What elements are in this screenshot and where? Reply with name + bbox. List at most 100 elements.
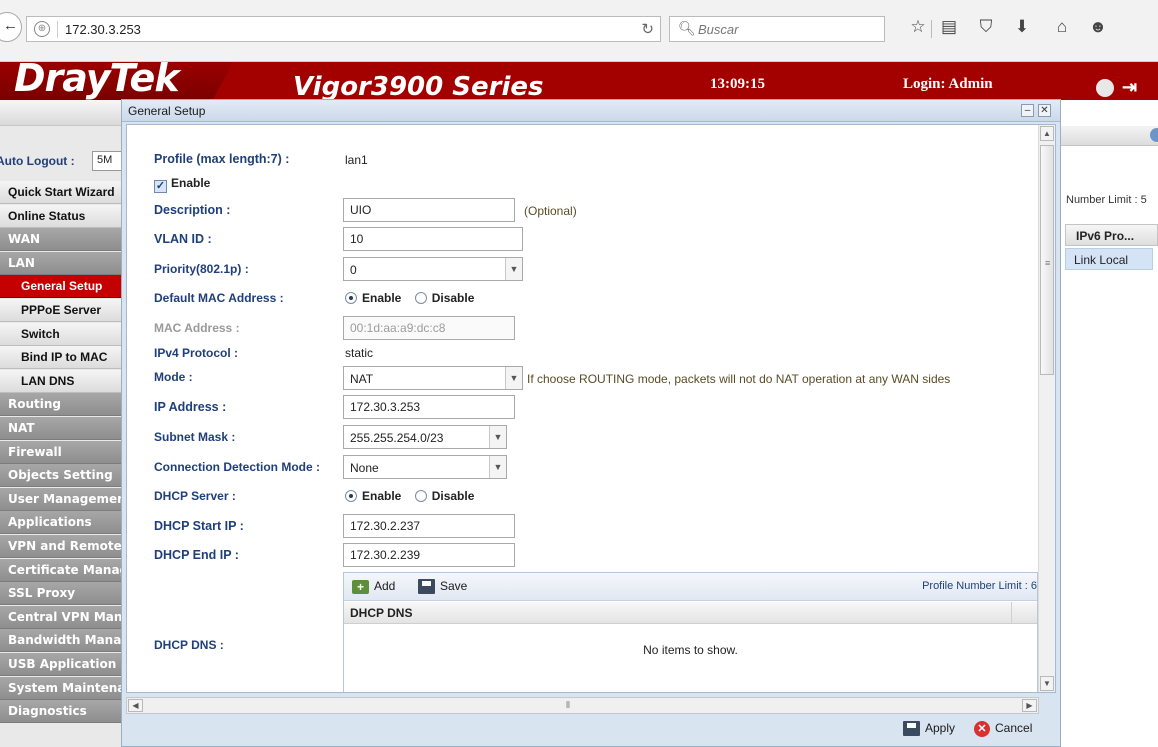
dhcp-enable-radio[interactable] (345, 490, 357, 502)
scroll-right-icon[interactable]: ▶ (1022, 699, 1037, 712)
dhcp-server-label: DHCP Server : (154, 489, 236, 503)
ipv4-protocol-label: IPv4 Protocol : (154, 346, 239, 360)
sidebar-item[interactable]: Bind IP to MAC (0, 346, 122, 370)
sidebar-item[interactable]: Bandwidth Management (0, 629, 122, 653)
sidebar-item[interactable]: User Management (0, 487, 122, 511)
priority-select[interactable]: 0 ▼ (343, 257, 523, 281)
sidebar-item[interactable]: Quick Start Wizard (0, 181, 122, 204)
pocket-icon[interactable]: ⛉ (975, 17, 997, 37)
auto-logout-select[interactable]: 5M (92, 151, 122, 171)
horizontal-scrollbar[interactable]: ◀ ⦀ ▶ (126, 697, 1039, 714)
background-table-cell[interactable]: Link Local (1065, 248, 1153, 270)
divider (57, 21, 58, 38)
chevron-down-icon[interactable]: ▼ (489, 426, 506, 448)
mode-select[interactable]: NAT ▼ (343, 366, 523, 390)
add-label: Add (374, 579, 396, 593)
dhcp-disable-radio[interactable] (414, 490, 427, 502)
sidebar-item[interactable]: Routing (0, 393, 122, 417)
sidebar-item[interactable]: LAN (0, 251, 122, 275)
vertical-scrollbar[interactable]: ▲ ≡ ▼ (1038, 125, 1055, 692)
reload-icon[interactable]: ↻ (641, 20, 654, 38)
description-note: (Optional) (524, 204, 577, 218)
dhcp-dns-grid: + Add Save Profile Number Limit : 6 DHCP … (343, 572, 1038, 692)
chat-icon[interactable]: ☻ (1087, 17, 1109, 37)
mode-note: If choose ROUTING mode, packets will not… (527, 372, 951, 386)
scroll-up-icon[interactable]: ▲ (1040, 126, 1054, 141)
help-icon[interactable] (1150, 128, 1158, 142)
sidebar-item[interactable]: Central VPN Management (0, 605, 122, 629)
sidebar-item[interactable]: WAN (0, 228, 122, 252)
address-bar[interactable]: ⊕ 172.30.3.253 ↻ (26, 16, 661, 42)
background-profile-limit: Number Limit : 5 (1066, 194, 1147, 206)
background-column-header[interactable]: IPv6 Pro... (1065, 224, 1158, 246)
reader-icon[interactable]: ▤ (938, 17, 960, 37)
sidebar-item[interactable]: LAN DNS (0, 369, 122, 393)
save-button[interactable]: Save (418, 579, 467, 595)
search-input[interactable]: 🔍︎ Buscar (669, 16, 885, 42)
sidebar-item[interactable]: Diagnostics (0, 700, 122, 724)
dns-column-header[interactable]: DHCP DNS (344, 602, 1037, 624)
sidebar-item[interactable]: Firewall (0, 440, 122, 464)
default-mac-enable-radio[interactable] (345, 292, 357, 304)
apply-button[interactable]: Apply (903, 721, 955, 741)
url-text: 172.30.3.253 (65, 22, 141, 37)
sidebar-item[interactable]: Switch (0, 322, 122, 346)
auto-logout: Auto Logout : 5M (0, 150, 122, 172)
enable-checkbox[interactable]: ✓ Enable (154, 176, 210, 193)
chevron-down-icon[interactable]: ▼ (505, 258, 522, 280)
checkbox-checked-icon[interactable]: ✓ (154, 180, 167, 193)
add-icon: + (352, 579, 369, 594)
connection-detection-select[interactable]: None ▼ (343, 455, 507, 479)
scroll-left-icon[interactable]: ◀ (128, 699, 143, 712)
mac-address-input: 00:1d:aa:a9:dc:c8 (343, 316, 515, 340)
sidebar-item[interactable]: NAT (0, 417, 122, 440)
sidebar-item[interactable]: SSL Proxy (0, 582, 122, 606)
sidebar-item[interactable]: VPN and Remote Access (0, 535, 122, 558)
default-mac-disable-radio[interactable] (414, 292, 427, 304)
sidebar-item[interactable]: Objects Setting (0, 464, 122, 488)
subnet-mask-select[interactable]: 255.255.254.0/23 ▼ (343, 425, 507, 449)
cancel-button[interactable]: ✕ Cancel (974, 721, 1032, 741)
description-input[interactable]: UIO (343, 198, 515, 222)
dhcp-start-ip-label: DHCP Start IP : (154, 519, 244, 533)
sidebar-item[interactable]: System Maintenance (0, 676, 122, 700)
sidebar-item[interactable]: Online Status (0, 204, 122, 228)
home-icon[interactable]: ⌂ (1051, 17, 1073, 37)
brand-logo: DrayTek (14, 62, 180, 100)
download-icon[interactable]: ⬇ (1011, 17, 1033, 37)
chevron-down-icon[interactable]: ▼ (489, 456, 506, 478)
close-icon[interactable]: ✕ (1038, 104, 1051, 117)
chevron-down-icon[interactable]: ▼ (505, 367, 522, 389)
save-icon (418, 579, 435, 595)
dialog-titlebar[interactable]: General Setup – ✕ (122, 100, 1060, 122)
mode-value: NAT (350, 372, 374, 386)
minimize-icon[interactable]: – (1021, 104, 1034, 117)
dhcp-disable-label: Disable (431, 489, 475, 503)
logout-icon[interactable]: ⇥ (1122, 77, 1150, 99)
dialog-body: Profile (max length:7) : lan1 ✓ Enable De… (126, 124, 1056, 693)
user-icon[interactable] (1096, 79, 1114, 97)
sidebar-item[interactable]: General Setup (0, 275, 122, 299)
vlan-id-input[interactable]: 10 (343, 227, 523, 251)
ip-address-input[interactable]: 172.30.3.253 (343, 395, 515, 419)
sidebar-item[interactable]: USB Application (0, 653, 122, 676)
default-mac-enable-label: Enable (362, 291, 402, 305)
column-menu[interactable] (1011, 602, 1037, 623)
sidebar-item[interactable]: Applications (0, 511, 122, 535)
star-icon[interactable]: ☆ (907, 17, 929, 37)
profile-value: lan1 (345, 153, 368, 167)
dhcp-start-ip-input[interactable]: 172.30.2.237 (343, 514, 515, 538)
divider (931, 20, 932, 38)
scroll-thumb[interactable]: ≡ (1040, 145, 1054, 375)
default-mac-disable-label: Disable (431, 291, 475, 305)
sidebar-item[interactable]: PPPoE Server (0, 299, 122, 322)
search-icon: 🔍︎ (678, 20, 696, 36)
add-button[interactable]: + Add (352, 579, 395, 594)
dhcp-end-ip-input[interactable]: 172.30.2.239 (343, 543, 515, 567)
back-button[interactable]: ← (0, 12, 22, 42)
scroll-down-icon[interactable]: ▼ (1040, 676, 1054, 691)
mode-label: Mode : (154, 370, 193, 384)
sidebar-item[interactable]: Certificate Management (0, 558, 122, 582)
background-toolbar (1061, 126, 1158, 146)
site-info-icon[interactable]: ⊕ (34, 21, 50, 37)
